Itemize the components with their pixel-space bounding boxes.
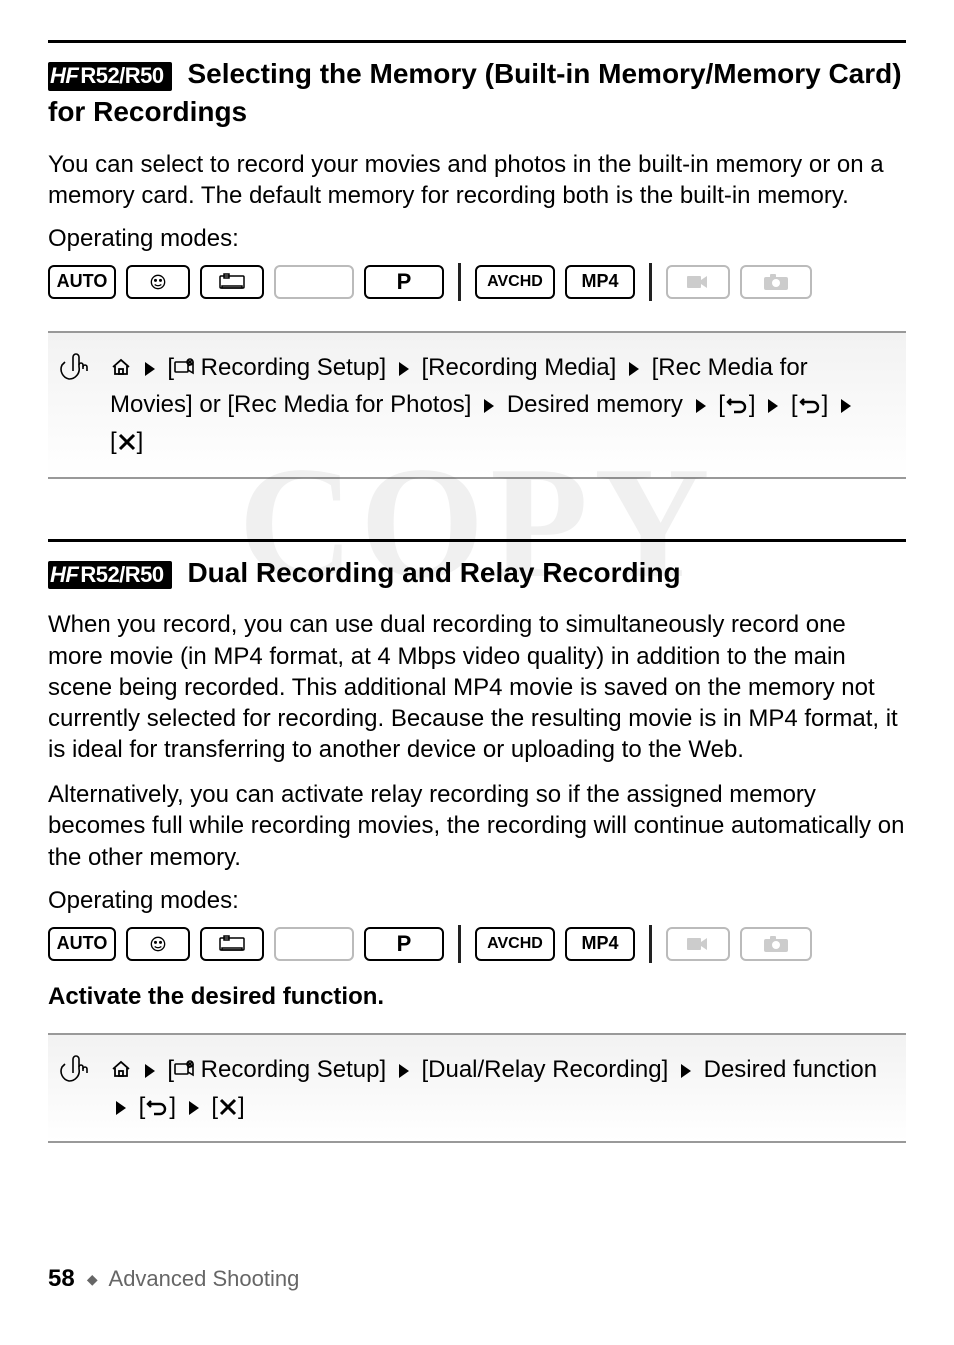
- step-desired-memory: Desired memory: [507, 391, 683, 418]
- step-rec-setup: Recording Setup]: [194, 1056, 386, 1083]
- divider: [458, 263, 461, 301]
- page-footer: 58 ◆ Advanced Shooting: [48, 1265, 299, 1293]
- mode-baby-icon: [126, 265, 190, 299]
- steps-box-1: [ Recording Setup] [Recording Media] [Re…: [48, 331, 906, 479]
- mode-auto: AUTO: [48, 265, 116, 299]
- mode-auto: AUTO: [48, 927, 116, 961]
- home-icon: [110, 357, 132, 377]
- close-icon: [117, 432, 137, 452]
- badge-hf: HF: [50, 63, 80, 88]
- mode-scene-icon: [200, 927, 264, 961]
- mode-scene-icon: [200, 265, 264, 299]
- footer-section-name: Advanced Shooting: [109, 1266, 300, 1291]
- section-1-heading: HFR52/R50 Selecting the Memory (Built-in…: [48, 40, 906, 131]
- back-icon: [725, 395, 749, 415]
- section-2-body-1: When you record, you can use dual record…: [48, 609, 906, 765]
- modes-row-2: AUTO P AVCHD MP4: [48, 925, 906, 963]
- page-number: 58: [48, 1265, 75, 1292]
- divider: [458, 925, 461, 963]
- section-1-body: You can select to record your movies and…: [48, 149, 906, 211]
- back-button-bracket: [139, 1088, 176, 1125]
- mode-photo-icon: [740, 265, 812, 299]
- modes-row-1: AUTO P AVCHD MP4: [48, 263, 906, 301]
- touch-icon: [60, 1051, 96, 1125]
- mode-mp4: MP4: [565, 927, 635, 961]
- section-1-title: Selecting the Memory (Built-in Memory/Me…: [48, 58, 902, 127]
- step-rec-setup: Recording Setup]: [194, 354, 386, 381]
- arrow-icon: [141, 1062, 159, 1080]
- mode-p: P: [364, 265, 444, 299]
- arrow-icon: [185, 1099, 203, 1117]
- section-2-body-2: Alternatively, you can activate relay re…: [48, 779, 906, 873]
- divider: [649, 925, 652, 963]
- diamond-separator: ◆: [87, 1271, 98, 1287]
- arrow-icon: [395, 1062, 413, 1080]
- mode-avchd: AVCHD: [475, 265, 555, 299]
- steps-content-2: [ Recording Setup] [Dual/Relay Recording…: [110, 1051, 886, 1125]
- mode-movie-icon: [666, 927, 730, 961]
- setup-icon: [174, 358, 194, 378]
- close-button-bracket: [110, 423, 143, 460]
- arrow-icon: [395, 360, 413, 378]
- home-icon: [110, 1059, 132, 1079]
- steps-box-2: [ Recording Setup] [Dual/Relay Recording…: [48, 1033, 906, 1143]
- arrow-icon: [480, 397, 498, 415]
- divider: [649, 263, 652, 301]
- arrow-icon: [112, 1099, 130, 1117]
- mode-empty: [274, 265, 354, 299]
- arrow-icon: [837, 397, 855, 415]
- operating-modes-label-2: Operating modes:: [48, 887, 906, 915]
- step-rec-media: [Recording Media]: [421, 354, 616, 381]
- step-desired-function: Desired function: [704, 1056, 877, 1083]
- close-icon: [218, 1097, 238, 1117]
- section-2-title: Dual Recording and Relay Recording: [180, 557, 681, 588]
- step-dual-relay: [Dual/Relay Recording]: [421, 1056, 668, 1083]
- mode-photo-icon: [740, 927, 812, 961]
- touch-icon: [60, 349, 96, 461]
- setup-icon: [174, 1060, 194, 1080]
- arrow-icon: [692, 397, 710, 415]
- section-2-heading: HFR52/R50 Dual Recording and Relay Recor…: [48, 539, 906, 592]
- mode-baby-icon: [126, 927, 190, 961]
- badge-rest: R52/R50: [80, 63, 163, 88]
- badge-rest: R52/R50: [80, 562, 163, 587]
- back-icon: [145, 1097, 169, 1117]
- mode-avchd: AVCHD: [475, 927, 555, 961]
- badge-hf: HF: [50, 562, 80, 587]
- mode-mp4: MP4: [565, 265, 635, 299]
- operating-modes-label-1: Operating modes:: [48, 225, 906, 253]
- model-badge: HFR52/R50: [48, 62, 172, 91]
- close-button-bracket: [211, 1088, 244, 1125]
- mode-p: P: [364, 927, 444, 961]
- model-badge: HFR52/R50: [48, 561, 172, 590]
- arrow-icon: [677, 1062, 695, 1080]
- arrow-icon: [764, 397, 782, 415]
- steps-content-1: [ Recording Setup] [Recording Media] [Re…: [110, 349, 886, 461]
- back-button-bracket: [718, 386, 755, 423]
- mode-movie-icon: [666, 265, 730, 299]
- mode-empty: [274, 927, 354, 961]
- back-button-bracket: [791, 386, 828, 423]
- activate-subheading: Activate the desired function.: [48, 983, 906, 1011]
- arrow-icon: [141, 360, 159, 378]
- back-icon: [798, 395, 822, 415]
- arrow-icon: [625, 360, 643, 378]
